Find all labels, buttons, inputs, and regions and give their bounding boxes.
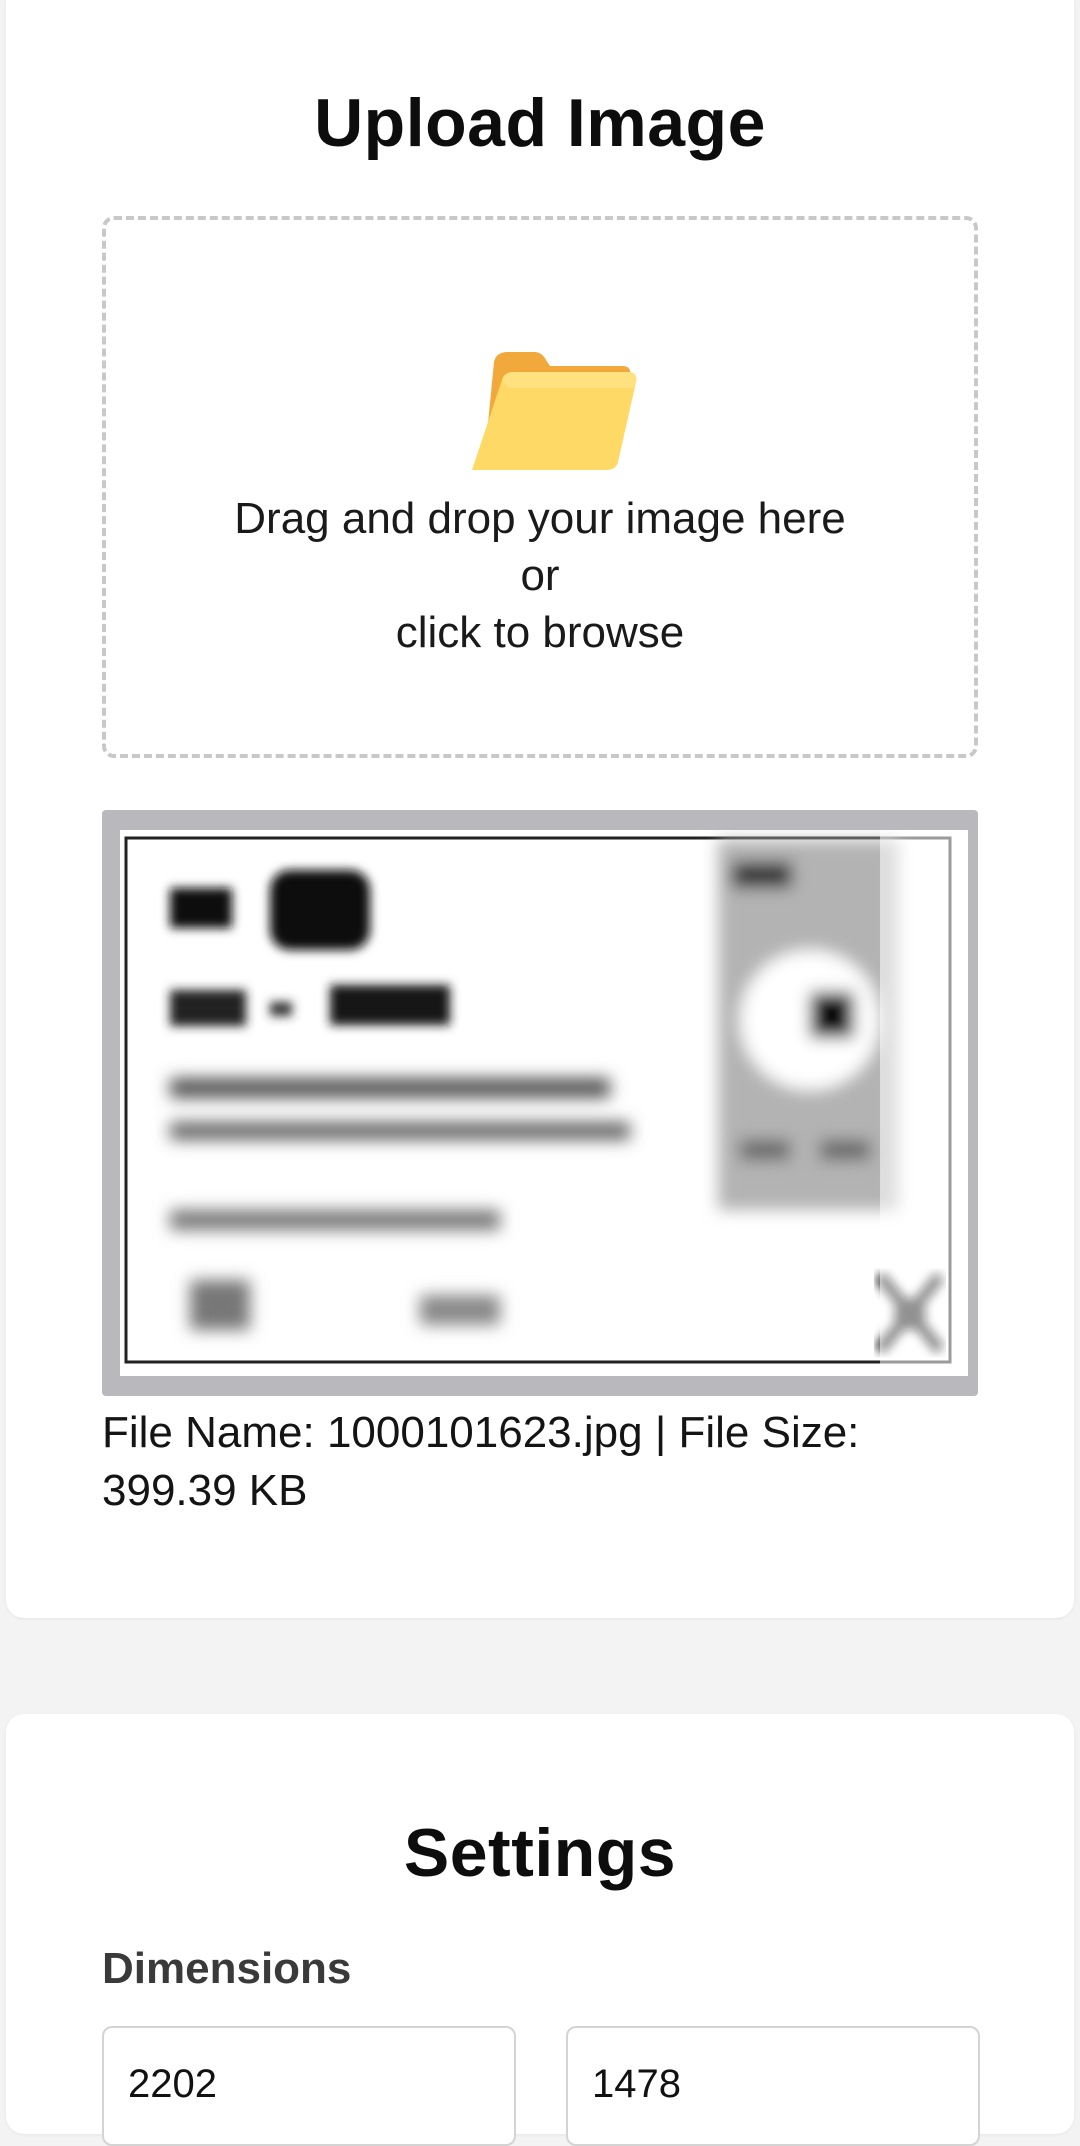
dropzone-browse[interactable]: click to browse xyxy=(106,604,974,661)
image-dropzone[interactable]: Drag and drop your image here or click t… xyxy=(102,216,978,758)
dropzone-instruction: Drag and drop your image here xyxy=(234,494,846,543)
preview-image xyxy=(120,830,968,1376)
file-info: File Name: 1000101623.jpg | File Size: 3… xyxy=(102,1408,860,1515)
image-preview xyxy=(102,810,978,1396)
preview-document-graphic xyxy=(124,830,968,1376)
upload-title: Upload Image xyxy=(314,85,766,161)
upload-card: Upload Image Drag and drop your image he… xyxy=(6,0,1074,1618)
settings-title: Settings xyxy=(403,1815,677,1891)
width-input[interactable]: 2202 xyxy=(102,2026,516,2146)
settings-card: Settings Dimensions 2202 1478 xyxy=(6,1714,1074,2146)
dimensions-label: Dimensions xyxy=(102,1944,352,1993)
folder-icon xyxy=(472,352,637,470)
dropzone-or: or xyxy=(520,551,560,600)
height-input[interactable]: 1478 xyxy=(566,2026,980,2146)
